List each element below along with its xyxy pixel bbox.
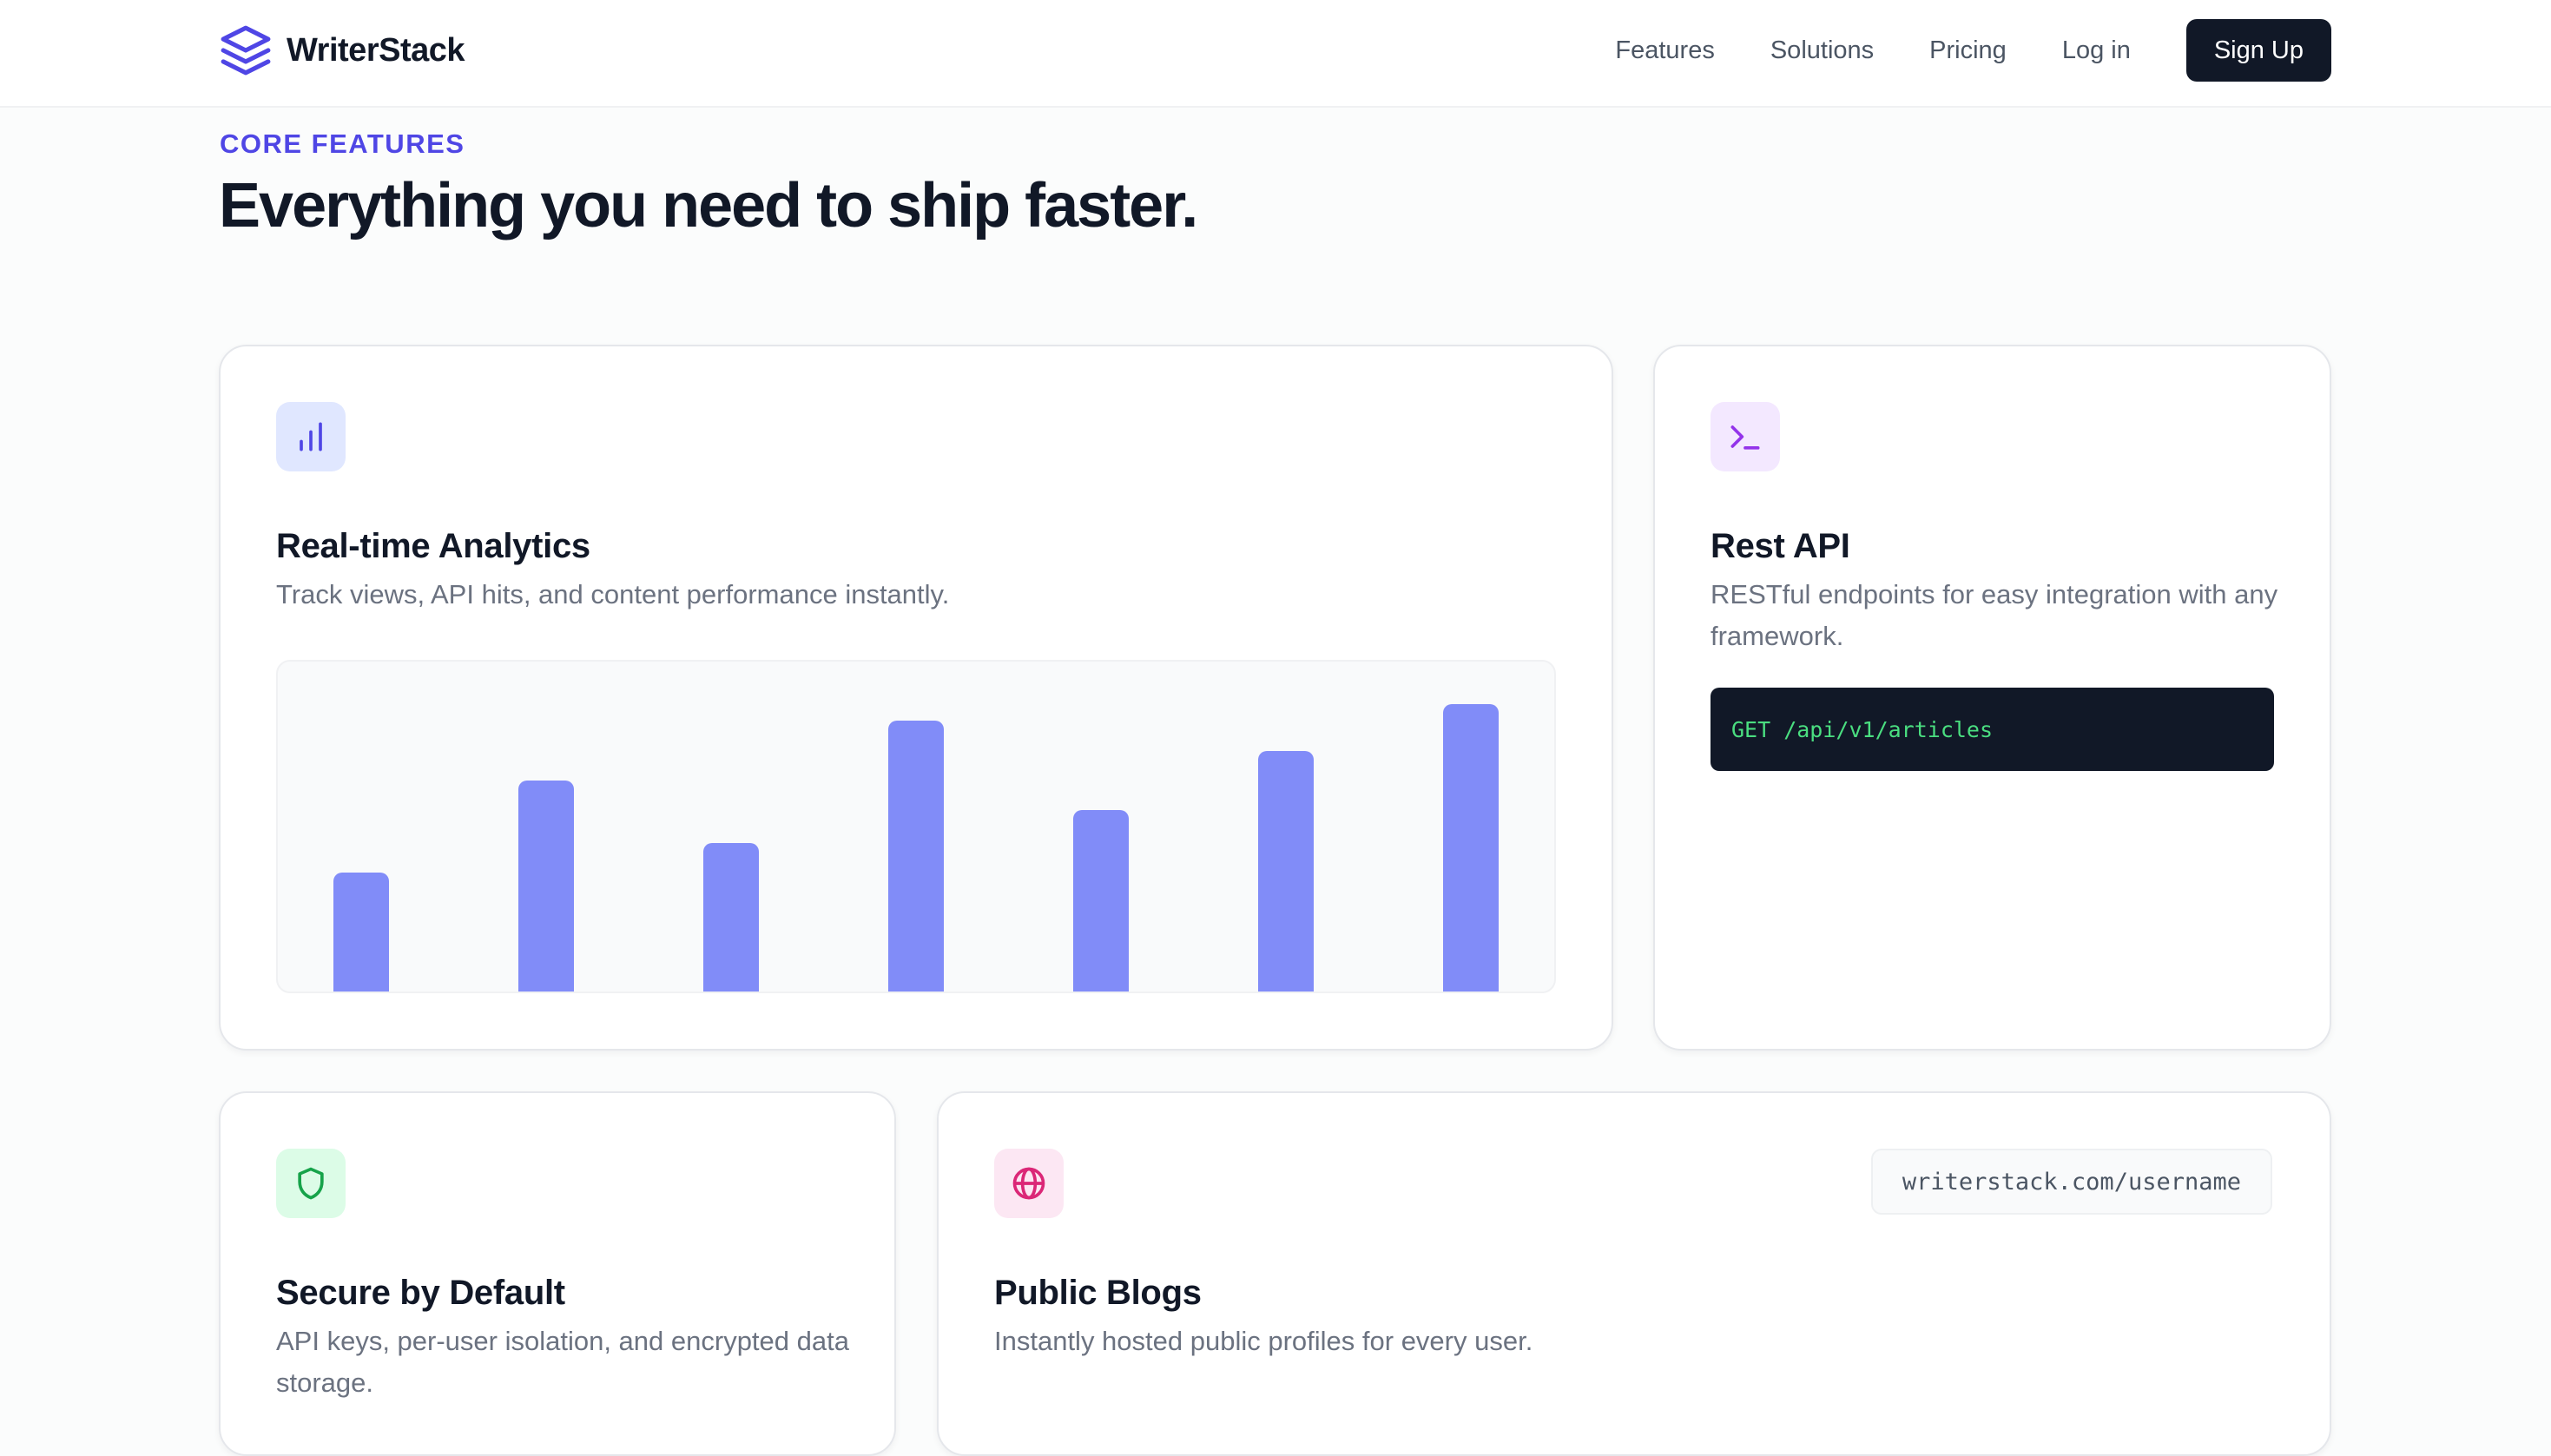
card-description: Track views, API hits, and content perfo…: [276, 579, 950, 609]
feature-card-analytics: Real-time Analytics Track views, API hit…: [219, 345, 1613, 1051]
top-navbar: WriterStack Features Solutions Pricing L…: [0, 0, 2551, 108]
chart-bar: [1258, 751, 1314, 992]
card-title: Rest API: [1711, 527, 1850, 565]
terminal-icon: [1711, 402, 1780, 471]
nav-link-pricing[interactable]: Pricing: [1929, 36, 2007, 65]
globe-icon: [994, 1149, 1064, 1218]
blog-url-chip: writerstack.com/username: [1870, 1149, 2272, 1215]
bar-chart-icon: [276, 402, 346, 471]
brand-logo-link[interactable]: WriterStack: [219, 24, 465, 76]
card-title: Public Blogs: [994, 1274, 1202, 1312]
nav-link-solutions[interactable]: Solutions: [1770, 36, 1874, 65]
card-title: Secure by Default: [276, 1274, 565, 1312]
nav-links: Features Solutions Pricing Log in Sign U…: [1615, 19, 2331, 82]
chart-bar: [333, 873, 389, 992]
feature-card-rest-api: Rest API RESTful endpoints for easy inte…: [1653, 345, 2331, 1051]
nav-link-features[interactable]: Features: [1615, 36, 1714, 65]
shield-icon: [276, 1149, 346, 1218]
nav-link-login[interactable]: Log in: [2062, 36, 2131, 65]
feature-card-public-blogs: Public Blogs Instantly hosted public pro…: [937, 1091, 2331, 1456]
card-description: API keys, per-user isolation, and encryp…: [276, 1326, 849, 1398]
chart-bar: [1443, 704, 1499, 992]
api-code-snippet: GET /api/v1/articles: [1711, 688, 2274, 771]
layers-logo-icon: [221, 25, 271, 76]
signup-button[interactable]: Sign Up: [2185, 19, 2331, 82]
feature-card-secure: Secure by Default API keys, per-user iso…: [219, 1091, 896, 1456]
chart-bar: [1073, 810, 1129, 992]
card-title: Real-time Analytics: [276, 527, 590, 565]
section-title: Everything you need to ship faster.: [219, 171, 1198, 240]
analytics-bar-chart: [276, 660, 1556, 993]
api-endpoint-text: GET /api/v1/articles: [1731, 716, 1994, 742]
brand-name: WriterStack: [287, 31, 465, 69]
section-eyebrow: CORE FEATURES: [220, 128, 465, 159]
chart-bar: [703, 843, 759, 992]
card-description: Instantly hosted public profiles for eve…: [994, 1326, 1533, 1356]
chart-bar: [518, 781, 574, 992]
card-description: RESTful endpoints for easy integration w…: [1711, 579, 2278, 651]
chart-bar: [888, 721, 944, 992]
